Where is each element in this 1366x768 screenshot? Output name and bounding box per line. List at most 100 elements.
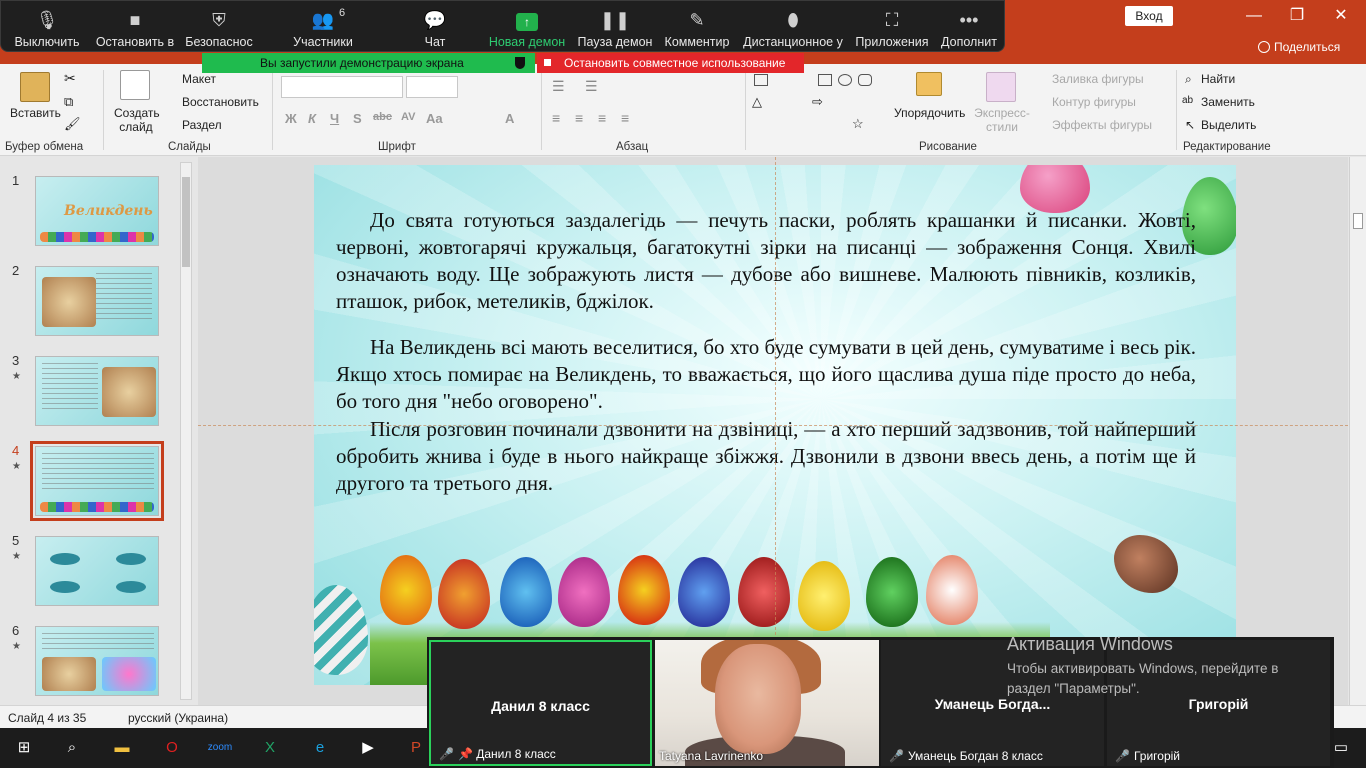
guide-horizontal[interactable] [198, 425, 1348, 426]
new-slide-button[interactable]: Создать слайд [114, 106, 160, 134]
numbering-icon[interactable]: ☰ [585, 78, 598, 95]
thumbnails-scrollbar[interactable] [180, 162, 192, 700]
align-right-icon[interactable]: ≡ [598, 110, 606, 126]
remote-control-button[interactable]: ⬮ Дистанционное у [743, 1, 843, 53]
slide-paragraph-3[interactable]: Після розговин починали дзвонити на дзві… [336, 416, 1196, 497]
excel-icon[interactable]: X [255, 734, 285, 762]
font-size-combo[interactable] [406, 76, 458, 98]
scrollbar-thumb[interactable] [182, 177, 190, 267]
change-case-button[interactable]: Aa [426, 111, 443, 126]
paste-button[interactable]: Вставить [10, 106, 61, 120]
shapes-gallery[interactable]: △ ⇨ ☆ [752, 72, 872, 132]
format-painter-icon[interactable]: 🖌 [64, 116, 81, 132]
thumb-number: 4 [12, 443, 20, 458]
rectangle-shape-icon[interactable] [818, 74, 832, 86]
slide-scrollbar[interactable] [1349, 157, 1366, 705]
font-color-button[interactable]: A [505, 111, 514, 126]
align-left-icon[interactable]: ≡ [552, 110, 560, 126]
slide-paragraph-2[interactable]: На Великдень всі мають веселитися, бо хт… [336, 334, 1196, 415]
pause-share-button[interactable]: ❚❚ Пауза демон [577, 1, 653, 53]
search-icon[interactable]: ⌕ [57, 734, 87, 762]
slide-thumbnail-4[interactable] [30, 441, 164, 521]
paste-icon[interactable] [20, 72, 50, 102]
slide-thumbnail-1[interactable]: Великдень [35, 176, 159, 246]
arrow-shape-icon[interactable]: ⇨ [812, 94, 823, 110]
slide-paragraph-1[interactable]: До свята готуються заздалегідь — печуть … [336, 207, 1196, 315]
textbox-shape-icon[interactable] [754, 74, 768, 86]
shape-fill-button[interactable]: Заливка фигуры [1052, 72, 1144, 86]
copy-icon[interactable]: ⧉ [64, 94, 73, 110]
stop-share-button[interactable]: Остановить совместное использование [537, 53, 804, 73]
login-button[interactable]: Вход [1125, 6, 1173, 26]
reset-button[interactable]: Восстановить [182, 95, 259, 109]
layout-button[interactable]: Макет [182, 72, 216, 86]
rounded-rect-shape-icon[interactable] [858, 74, 872, 86]
more-button[interactable]: ••• Дополнит [939, 1, 999, 53]
bold-button[interactable]: Ж [285, 111, 297, 126]
arrange-button[interactable]: Упорядочить [894, 106, 965, 120]
font-family-combo[interactable] [281, 76, 403, 98]
align-center-icon[interactable]: ≡ [575, 110, 583, 126]
group-divider [541, 70, 542, 150]
scrollbar-thumb[interactable] [1353, 213, 1363, 229]
share-label: Поделиться [1274, 40, 1341, 54]
star-shape-icon[interactable]: ☆ [852, 116, 864, 132]
media-player-icon[interactable]: ▶ [353, 734, 383, 762]
triangle-shape-icon[interactable]: △ [752, 94, 762, 110]
apps-icon: ⛶ [885, 10, 899, 30]
char-spacing-button[interactable]: AV [401, 111, 415, 123]
file-explorer-icon[interactable]: ▬ [107, 734, 137, 762]
windows-activation-watermark: Активация Windows Чтобы активировать Win… [1007, 634, 1317, 699]
section-button[interactable]: Раздел [182, 118, 222, 132]
chat-button[interactable]: 💬 Чат [415, 1, 455, 53]
select-button[interactable]: Выделить [1201, 118, 1256, 132]
zoom-app-icon[interactable]: zoom [205, 734, 235, 762]
slide-thumbnail-3[interactable] [35, 356, 159, 426]
thumb-image [42, 277, 96, 327]
slide-thumbnail-6[interactable] [35, 626, 159, 696]
windows-start-icon[interactable]: ⊞ [9, 734, 39, 762]
strikethrough-button[interactable]: abc [373, 111, 392, 123]
thumb-image [42, 657, 96, 691]
share-button[interactable]: Поделиться [1258, 40, 1340, 54]
new-share-button[interactable]: ↑ Новая демон [487, 1, 567, 53]
security-button[interactable]: ⛨ Безопаснос [185, 1, 253, 53]
justify-icon[interactable]: ≡ [621, 110, 629, 126]
participant-video[interactable]: Tatyana Lavrinenko [655, 640, 879, 766]
new-slide-icon[interactable] [120, 70, 150, 100]
replace-button[interactable]: Заменить [1201, 95, 1255, 109]
participant-tile[interactable]: Данил 8 класс 🎤 📌 Данил 8 класс [429, 640, 652, 766]
person-icon [1258, 41, 1270, 53]
participant-footer: 🎤 Уманець Богдан 8 класс [889, 749, 1043, 763]
bullets-icon[interactable]: ☰ [552, 78, 565, 95]
italic-button[interactable]: К [308, 111, 316, 126]
quick-styles-icon[interactable] [986, 72, 1016, 102]
quick-styles-button[interactable]: Экспресс-стили [972, 106, 1032, 134]
close-icon[interactable]: ✕ [1321, 4, 1361, 28]
slide-thumbnail-5[interactable] [35, 536, 159, 606]
cut-icon[interactable]: ✂ [64, 70, 76, 87]
maximize-icon[interactable]: ❐ [1277, 4, 1317, 28]
participants-button[interactable]: 👥 Участники [291, 1, 355, 53]
apps-button[interactable]: ⛶ Приложения [855, 1, 929, 53]
annotate-button[interactable]: ✎ Комментир [663, 1, 731, 53]
minimize-icon[interactable]: — [1234, 4, 1274, 28]
language-indicator[interactable]: русский (Украина) [128, 711, 228, 725]
find-button[interactable]: Найти [1201, 72, 1235, 86]
activation-text: Чтобы активировать Windows, перейдите в … [1007, 661, 1279, 696]
underline-button[interactable]: Ч [330, 111, 339, 126]
shape-outline-button[interactable]: Контур фигуры [1052, 95, 1136, 109]
stop-video-button[interactable]: ■ Остановить в [95, 1, 175, 53]
thumb-oval [116, 553, 146, 565]
arrange-icon[interactable] [916, 72, 942, 96]
edge-icon[interactable]: e [305, 734, 335, 762]
oval-shape-icon[interactable] [838, 74, 852, 86]
opera-icon[interactable]: O [157, 734, 187, 762]
participant-footer: 🎤 Григорій [1115, 749, 1180, 763]
slide-thumbnail-2[interactable] [35, 266, 159, 336]
mute-button[interactable]: 🎙 Выключить [11, 1, 83, 53]
shadow-button[interactable]: S [353, 111, 362, 126]
thumb-number: 3 [12, 353, 20, 368]
shape-effects-button[interactable]: Эффекты фигуры [1052, 118, 1152, 132]
guide-vertical[interactable] [775, 157, 776, 705]
